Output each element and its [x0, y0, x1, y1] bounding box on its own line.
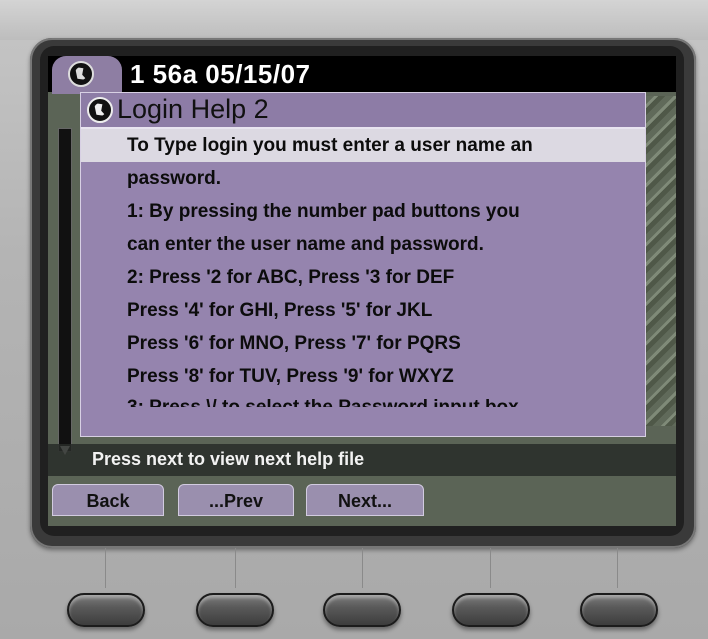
help-line[interactable]: 2: Press '2 for ABC, Press '3 for DEF [81, 261, 645, 294]
help-line[interactable]: password. [81, 162, 645, 195]
softkey-physical-button-4[interactable] [452, 593, 530, 627]
bezel-top [0, 0, 708, 40]
scroll-rail[interactable] [58, 128, 72, 452]
globe-icon [68, 61, 94, 87]
help-line[interactable]: Press '8' for TUV, Press '9' for WXYZ [81, 360, 645, 393]
button-leader-line [362, 548, 363, 588]
button-leader-line [105, 548, 106, 588]
button-leader-line [235, 548, 236, 588]
help-line[interactable]: To Type login you must enter a user name… [81, 129, 645, 162]
softkey-physical-button-2[interactable] [196, 593, 274, 627]
help-line[interactable]: 1: By pressing the number pad buttons yo… [81, 195, 645, 228]
prev-softkey[interactable]: ...Prev [178, 484, 294, 516]
help-line[interactable]: Press '4' for GHI, Press '5' for JKL [81, 294, 645, 327]
softkey-physical-button-3[interactable] [323, 593, 401, 627]
globe-tab [52, 56, 122, 94]
status-line: Press next to view next help file [48, 444, 676, 476]
globe-icon [87, 97, 113, 123]
softkey-bar: Back ...Prev Next... [48, 484, 676, 520]
screen-frame: 1 56a 05/15/07 Login Help 2 To Type logi… [30, 38, 696, 548]
panel-title-row: Login Help 2 [81, 93, 645, 129]
next-softkey[interactable]: Next... [306, 484, 424, 516]
button-leader-line [617, 548, 618, 588]
screen-frame-inner: 1 56a 05/15/07 Login Help 2 To Type logi… [40, 46, 684, 536]
softkey-physical-button-1[interactable] [67, 593, 145, 627]
header-bar: 1 56a 05/15/07 [48, 56, 676, 94]
phone-screen: 1 56a 05/15/07 Login Help 2 To Type logi… [48, 56, 676, 526]
help-line[interactable]: can enter the user name and password. [81, 228, 645, 261]
help-line[interactable]: 3: Press \/ to select the Password input… [81, 393, 645, 407]
softkey-physical-button-5[interactable] [580, 593, 658, 627]
button-leader-line [490, 548, 491, 588]
help-line[interactable]: Press '6' for MNO, Press '7' for PQRS [81, 327, 645, 360]
help-panel: Login Help 2 To Type login you must ente… [80, 92, 646, 437]
panel-title: Login Help 2 [117, 94, 269, 124]
header-status: 1 56a 05/15/07 [130, 59, 311, 89]
status-text: Press next to view next help file [92, 449, 365, 469]
back-softkey[interactable]: Back [52, 484, 164, 516]
help-text-list[interactable]: To Type login you must enter a user name… [81, 129, 645, 407]
